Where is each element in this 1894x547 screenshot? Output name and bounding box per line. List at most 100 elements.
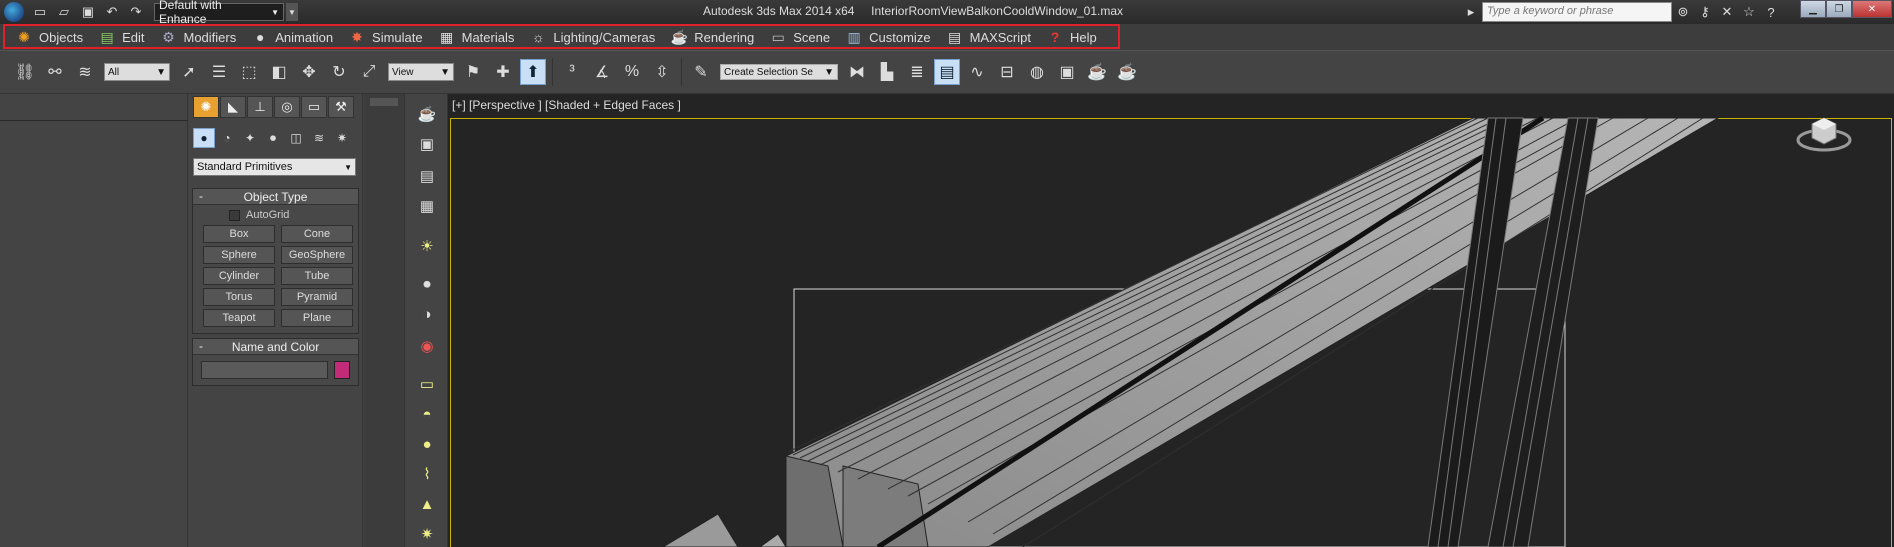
rotate-icon[interactable]: ↻ bbox=[326, 59, 352, 85]
tools-icon[interactable]: ✕ bbox=[1716, 2, 1738, 22]
rectangular-selection-icon[interactable]: ⬚ bbox=[236, 59, 262, 85]
layer-manager-icon[interactable]: ≣ bbox=[904, 59, 930, 85]
unlink-icon[interactable]: ⚯ bbox=[42, 59, 68, 85]
snaps-toggle-icon[interactable]: ³ bbox=[559, 59, 585, 85]
plane-light-icon[interactable]: ▭ bbox=[414, 372, 440, 396]
rollout-header[interactable]: - Name and Color bbox=[193, 339, 358, 355]
rendered-frame-window-icon[interactable]: ☕ bbox=[1084, 59, 1110, 85]
geosphere-button[interactable]: GeoSphere bbox=[281, 246, 353, 264]
document-icon[interactable]: ▤ bbox=[414, 164, 440, 188]
keyboard-shortcut-override-icon[interactable]: ⬆ bbox=[520, 59, 546, 85]
torus-button[interactable]: Torus bbox=[203, 288, 275, 306]
spinner-snap-icon[interactable]: ⇳ bbox=[649, 59, 675, 85]
autogrid-label: AutoGrid bbox=[246, 209, 290, 221]
align-icon[interactable]: ▙ bbox=[874, 59, 900, 85]
angle-snap-icon[interactable]: ∡ bbox=[589, 59, 615, 85]
redo-icon[interactable]: ↷ bbox=[126, 3, 146, 21]
fragment-b bbox=[759, 533, 787, 547]
sphere-button[interactable]: Sphere bbox=[203, 246, 275, 264]
selection-filter-dropdown[interactable]: All ▼ bbox=[104, 63, 170, 81]
render-camera-icon[interactable]: ◉ bbox=[414, 334, 440, 358]
undo-icon[interactable]: ↶ bbox=[102, 3, 122, 21]
window-crossing-icon[interactable]: ◧ bbox=[266, 59, 292, 85]
primitive-category-dropdown[interactable]: Standard Primitives ▼ bbox=[193, 158, 356, 176]
dome-light-icon[interactable]: ◓ bbox=[414, 402, 440, 426]
calculator-icon[interactable]: ▦ bbox=[414, 194, 440, 218]
link-icon[interactable]: ⛓ bbox=[12, 59, 38, 85]
move-icon[interactable]: ✥ bbox=[296, 59, 322, 85]
file-name: InteriorRoomViewBalkonCooldWindow_01.max bbox=[871, 4, 1124, 18]
select-by-name-icon[interactable]: ☰ bbox=[206, 59, 232, 85]
object-type-rollout: - Object Type AutoGrid Box Cone Sphere G… bbox=[192, 188, 359, 334]
render-frame-icon[interactable]: ▣ bbox=[414, 132, 440, 156]
object-color-swatch[interactable] bbox=[334, 361, 350, 379]
render-setup-icon[interactable]: ▣ bbox=[1054, 59, 1080, 85]
cone-light-icon[interactable]: ▲ bbox=[414, 492, 440, 516]
light-bulb-icon[interactable]: ☀ bbox=[414, 234, 440, 258]
systems-icon[interactable]: ✷ bbox=[331, 128, 353, 148]
percent-snap-icon[interactable]: % bbox=[619, 59, 645, 85]
motion-tab-icon[interactable]: ◎ bbox=[274, 96, 300, 118]
close-icon[interactable]: ✕ bbox=[1852, 0, 1892, 18]
perspective-viewport[interactable]: [+] [Perspective ] [Shaded + Edged Faces… bbox=[448, 94, 1894, 547]
restore-icon[interactable]: ❐ bbox=[1826, 0, 1852, 18]
workspace-dropdown[interactable]: Default with Enhance ▼ bbox=[154, 0, 284, 26]
sphere-camera-icon[interactable]: ◑ bbox=[414, 302, 440, 326]
shell-icon[interactable]: ⌇ bbox=[414, 462, 440, 486]
workspace-label: Default with Enhance bbox=[159, 0, 222, 26]
plane-button[interactable]: Plane bbox=[281, 309, 353, 327]
mirror-icon[interactable]: ⧓ bbox=[844, 59, 870, 85]
main-toolbar: ⛓ ⚯ ≋ All ▼ ➚ ☰ ⬚ ◧ ✥ ↻ ⤢ View ▼ ⚑ ✚ ⬆ ³… bbox=[0, 50, 1894, 94]
display-tab-icon[interactable]: ▭ bbox=[301, 96, 327, 118]
cameras-icon[interactable]: ⏺ bbox=[262, 128, 284, 148]
reference-coordinate-dropdown[interactable]: View ▼ bbox=[388, 63, 454, 81]
rollout-header[interactable]: - Object Type bbox=[193, 189, 358, 205]
dock-handle[interactable] bbox=[370, 98, 398, 106]
binoculars-icon[interactable]: ⊚ bbox=[1672, 2, 1694, 22]
helpers-icon[interactable]: ◫ bbox=[285, 128, 307, 148]
box-button[interactable]: Box bbox=[203, 225, 275, 243]
schematic-view-icon[interactable]: ⊟ bbox=[994, 59, 1020, 85]
open-icon[interactable]: ▱ bbox=[54, 3, 74, 21]
save-icon[interactable]: ▣ bbox=[78, 3, 98, 21]
space-warps-icon[interactable]: ≋ bbox=[308, 128, 330, 148]
object-name-input[interactable] bbox=[201, 361, 329, 379]
help-icon[interactable]: ? bbox=[1760, 2, 1782, 22]
render-production-icon[interactable]: ☕ bbox=[1114, 59, 1140, 85]
teapot-button[interactable]: Teapot bbox=[203, 309, 275, 327]
modify-tab-icon[interactable]: ◣ bbox=[220, 96, 246, 118]
camera-icon[interactable]: ⏺ bbox=[414, 272, 440, 296]
scale-icon[interactable]: ⤢ bbox=[356, 59, 382, 85]
utilities-tab-icon[interactable]: ⚒ bbox=[328, 96, 354, 118]
key-icon[interactable]: ⚷ bbox=[1694, 2, 1716, 22]
search-expand-icon[interactable]: ▸ bbox=[1460, 2, 1482, 22]
teapot-icon[interactable]: ☕ bbox=[414, 102, 440, 126]
star-icon[interactable]: ☆ bbox=[1738, 2, 1760, 22]
bind-space-warp-icon[interactable]: ≋ bbox=[72, 59, 98, 85]
lights-icon[interactable]: ✦ bbox=[239, 128, 261, 148]
sphere-light-icon[interactable]: ● bbox=[414, 432, 440, 456]
select-manipulate-icon[interactable]: ✚ bbox=[490, 59, 516, 85]
edit-named-selection-icon[interactable]: ✎ bbox=[688, 59, 714, 85]
curve-editor-icon[interactable]: ∿ bbox=[964, 59, 990, 85]
material-editor-icon[interactable]: ◍ bbox=[1024, 59, 1050, 85]
sun-icon[interactable]: ✷ bbox=[414, 522, 440, 546]
cone-button[interactable]: Cone bbox=[281, 225, 353, 243]
geometry-icon[interactable]: ● bbox=[193, 128, 215, 148]
cylinder-button[interactable]: Cylinder bbox=[203, 267, 275, 285]
search-input[interactable]: Type a keyword or phrase bbox=[1482, 2, 1672, 22]
hierarchy-tab-icon[interactable]: ⊥ bbox=[247, 96, 273, 118]
create-tab-icon[interactable]: ✺ bbox=[193, 96, 219, 118]
shapes-icon[interactable]: ◔ bbox=[216, 128, 238, 148]
named-selection-set-dropdown[interactable]: Create Selection Se ▼ bbox=[720, 64, 838, 80]
minimize-icon[interactable]: ▁ bbox=[1800, 0, 1826, 18]
workspace-menu-button[interactable]: ▼ bbox=[286, 3, 298, 21]
new-icon[interactable]: ▭ bbox=[30, 3, 50, 21]
select-object-icon[interactable]: ➚ bbox=[176, 59, 202, 85]
pivot-center-icon[interactable]: ⚑ bbox=[460, 59, 486, 85]
pyramid-button[interactable]: Pyramid bbox=[281, 288, 353, 306]
tube-button[interactable]: Tube bbox=[281, 267, 353, 285]
scene-explorer-icon[interactable]: ▤ bbox=[934, 59, 960, 85]
autogrid-checkbox[interactable]: AutoGrid bbox=[229, 209, 358, 221]
app-logo-icon[interactable] bbox=[4, 2, 24, 22]
